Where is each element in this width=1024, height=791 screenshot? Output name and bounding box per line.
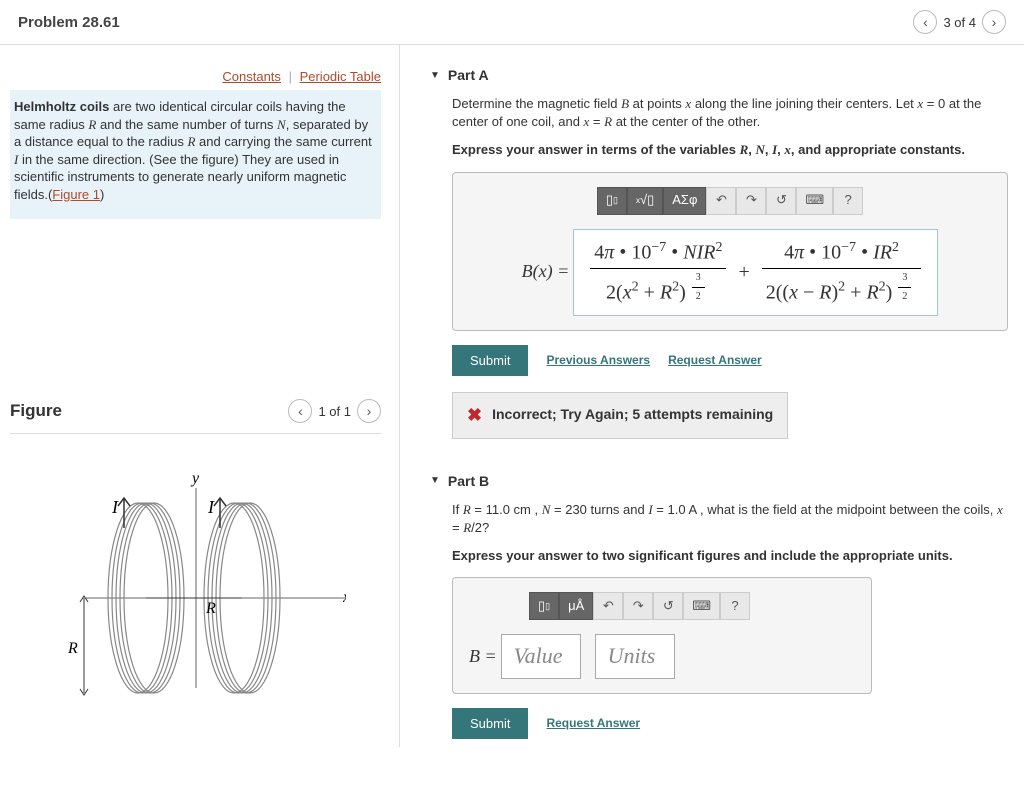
units-button[interactable]: μÅ (559, 592, 593, 620)
figure-pager-text: 1 of 1 (318, 404, 351, 419)
svg-text:x: x (342, 589, 346, 606)
periodic-table-link[interactable]: Periodic Table (300, 69, 381, 84)
part-b-answer-box: ▯▯ μÅ ↶ ↷ ↺ ⌨ ? B = Value Units (452, 577, 872, 694)
part-a-answer-box: ▯▯ x√▯ ΑΣφ ↶ ↷ ↺ ⌨ ? B(x) = 4π • 10−7 (452, 172, 1008, 331)
part-b-title: Part B (448, 473, 489, 489)
resource-links: Constants | Periodic Table (10, 69, 381, 84)
incorrect-icon: ✖ (467, 403, 482, 428)
part-b: ▼ Part B If R = 11.0 cm , N = 230 turns … (430, 461, 1008, 739)
problem-header: Problem 28.61 ‹ 3 of 4 › (0, 0, 1024, 45)
part-a-collapse-icon[interactable]: ▼ (430, 70, 440, 81)
part-a-description: Determine the magnetic field B at points… (452, 95, 1008, 131)
reset-button-b[interactable]: ↺ (653, 592, 683, 620)
part-a-title: Part A (448, 67, 489, 83)
part-a-answer-input[interactable]: 4π • 10−7 • NIR2 2(x2 + R2)32 + 4π • 10−… (573, 229, 938, 316)
problem-title: Problem 28.61 (18, 14, 120, 31)
keyboard-button[interactable]: ⌨ (796, 187, 833, 215)
part-a-toolbar: ▯▯ x√▯ ΑΣφ ↶ ↷ ↺ ⌨ ? (469, 187, 991, 215)
svg-text:R: R (205, 600, 216, 617)
part-b-description: If R = 11.0 cm , N = 230 turns and I = 1… (452, 501, 1008, 537)
part-b-value-input[interactable]: Value (501, 634, 581, 679)
part-a-previous-answers-link[interactable]: Previous Answers (546, 352, 650, 369)
constants-link[interactable]: Constants (222, 69, 281, 84)
svg-text:y: y (190, 470, 200, 487)
part-b-collapse-icon[interactable]: ▼ (430, 475, 440, 486)
greek-button[interactable]: ΑΣφ (663, 187, 706, 215)
help-button[interactable]: ? (833, 187, 863, 215)
redo-button[interactable]: ↷ (736, 187, 766, 215)
part-b-units-input[interactable]: Units (595, 634, 675, 679)
problem-intro: Helmholtz coils are two identical circul… (10, 90, 381, 219)
svg-text:R: R (67, 640, 78, 657)
figure-link[interactable]: Figure 1 (52, 187, 100, 202)
pager-text: 3 of 4 (943, 15, 976, 30)
part-b-instructions: Express your answer to two significant f… (452, 547, 1008, 565)
figure-heading: Figure (10, 401, 62, 421)
part-b-equation: B = Value Units (469, 634, 855, 679)
problem-pager: ‹ 3 of 4 › (913, 10, 1006, 34)
part-a-feedback: ✖ Incorrect; Try Again; 5 attempts remai… (452, 392, 788, 439)
part-a-request-answer-link[interactable]: Request Answer (668, 352, 762, 369)
undo-button-b[interactable]: ↶ (593, 592, 623, 620)
svg-text:I: I (111, 497, 119, 517)
help-button-b[interactable]: ? (720, 592, 750, 620)
next-problem-button[interactable]: › (982, 10, 1006, 34)
reset-button[interactable]: ↺ (766, 187, 796, 215)
svg-text:I: I (207, 497, 215, 517)
part-a: ▼ Part A Determine the magnetic field B … (430, 55, 1008, 439)
figure-diagram: y x (10, 458, 381, 718)
keyboard-button-b[interactable]: ⌨ (683, 592, 720, 620)
part-b-toolbar: ▯▯ μÅ ↶ ↷ ↺ ⌨ ? (529, 592, 855, 620)
part-b-request-answer-link[interactable]: Request Answer (546, 715, 640, 732)
part-a-equation: B(x) = 4π • 10−7 • NIR2 2(x2 + R2)32 + 4… (469, 229, 991, 316)
part-a-instructions: Express your answer in terms of the vari… (452, 141, 1008, 159)
sqrt-button[interactable]: x√▯ (627, 187, 663, 215)
figure-prev-button[interactable]: ‹ (288, 399, 312, 423)
part-b-submit-button[interactable]: Submit (452, 708, 528, 739)
undo-button[interactable]: ↶ (706, 187, 736, 215)
redo-button-b[interactable]: ↷ (623, 592, 653, 620)
template-button-b[interactable]: ▯▯ (529, 592, 559, 620)
figure-next-button[interactable]: › (357, 399, 381, 423)
template-button[interactable]: ▯▯ (597, 187, 627, 215)
prev-problem-button[interactable]: ‹ (913, 10, 937, 34)
part-a-submit-button[interactable]: Submit (452, 345, 528, 376)
